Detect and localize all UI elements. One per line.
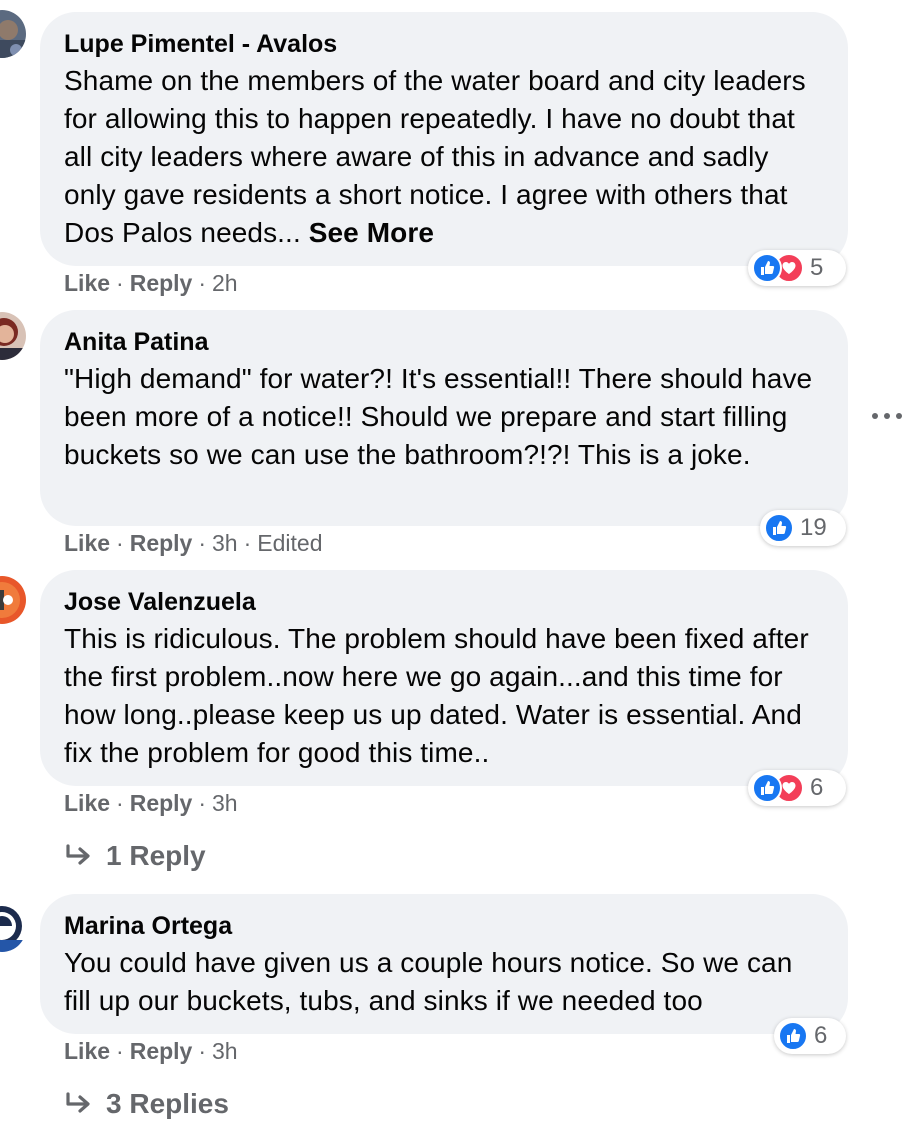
reply-arrow-icon <box>66 844 90 865</box>
timestamp[interactable]: 3h <box>212 790 238 816</box>
reaction-count: 6 <box>810 774 824 801</box>
timestamp[interactable]: 2h <box>212 270 238 296</box>
like-icon <box>752 773 782 803</box>
like-button[interactable]: Like <box>64 790 110 816</box>
comment-text: "High demand" for water?! It's essential… <box>64 363 813 470</box>
see-more-link[interactable]: See More <box>309 217 434 248</box>
reaction-summary[interactable]: 19 <box>760 510 846 546</box>
like-icon <box>778 1021 808 1051</box>
comment-bubble: Lupe Pimentel - Avalos Shame on the memb… <box>40 12 848 266</box>
avatar[interactable] <box>0 576 26 624</box>
comment-actions: Like · Reply · 3h · Edited <box>64 530 323 556</box>
edited-label: Edited <box>257 530 323 556</box>
like-button[interactable]: Like <box>64 270 110 296</box>
dot <box>884 413 890 419</box>
comment-author[interactable]: Anita Patina <box>64 326 824 358</box>
reply-arrow-icon <box>66 1092 90 1113</box>
replies-count-label: 1 Reply <box>106 840 206 871</box>
comment-bubble: Jose Valenzuela This is ridiculous. The … <box>40 570 848 786</box>
dot <box>896 413 902 419</box>
comment-actions: Like · Reply · 3h <box>64 1038 238 1064</box>
avatar[interactable] <box>0 312 26 360</box>
replies-count-label: 3 Replies <box>106 1088 229 1119</box>
comment-actions: Like · Reply · 3h <box>64 790 238 816</box>
more-options-icon[interactable] <box>872 408 902 424</box>
reaction-count: 19 <box>800 514 827 541</box>
comment-text: You could have given us a couple hours n… <box>64 947 793 1016</box>
avatar[interactable] <box>0 10 26 58</box>
comment-author[interactable]: Jose Valenzuela <box>64 586 824 618</box>
reply-button[interactable]: Reply <box>130 790 193 816</box>
comment-actions: Like · Reply · 2h <box>64 270 238 296</box>
comment-bubble: Anita Patina "High demand" for water?! I… <box>40 310 848 526</box>
like-icon <box>752 253 782 283</box>
comment-author[interactable]: Lupe Pimentel - Avalos <box>64 28 824 60</box>
comment-author[interactable]: Marina Ortega <box>64 910 824 942</box>
view-replies-link[interactable]: 1 Reply <box>64 838 206 874</box>
reaction-count: 5 <box>810 254 824 281</box>
reaction-summary[interactable]: 5 <box>748 250 846 286</box>
reply-button[interactable]: Reply <box>130 530 193 556</box>
reaction-summary[interactable]: 6 <box>774 1018 846 1054</box>
reply-button[interactable]: Reply <box>130 270 193 296</box>
avatar[interactable] <box>0 904 26 952</box>
comment-bubble: Marina Ortega You could have given us a … <box>40 894 848 1034</box>
like-icon <box>764 513 794 543</box>
like-button[interactable]: Like <box>64 530 110 556</box>
timestamp[interactable]: 3h <box>212 1038 238 1064</box>
comment-body: Shame on the members of the water board … <box>64 65 806 248</box>
view-replies-link[interactable]: 3 Replies <box>64 1086 229 1122</box>
comment-text: This is ridiculous. The problem should h… <box>64 623 809 768</box>
comment-text: Shame on the members of the water board … <box>64 62 824 252</box>
dot <box>872 413 878 419</box>
reaction-summary[interactable]: 6 <box>748 770 846 806</box>
like-button[interactable]: Like <box>64 1038 110 1064</box>
reaction-count: 6 <box>814 1022 828 1049</box>
reply-button[interactable]: Reply <box>130 1038 193 1064</box>
timestamp[interactable]: 3h <box>212 530 238 556</box>
